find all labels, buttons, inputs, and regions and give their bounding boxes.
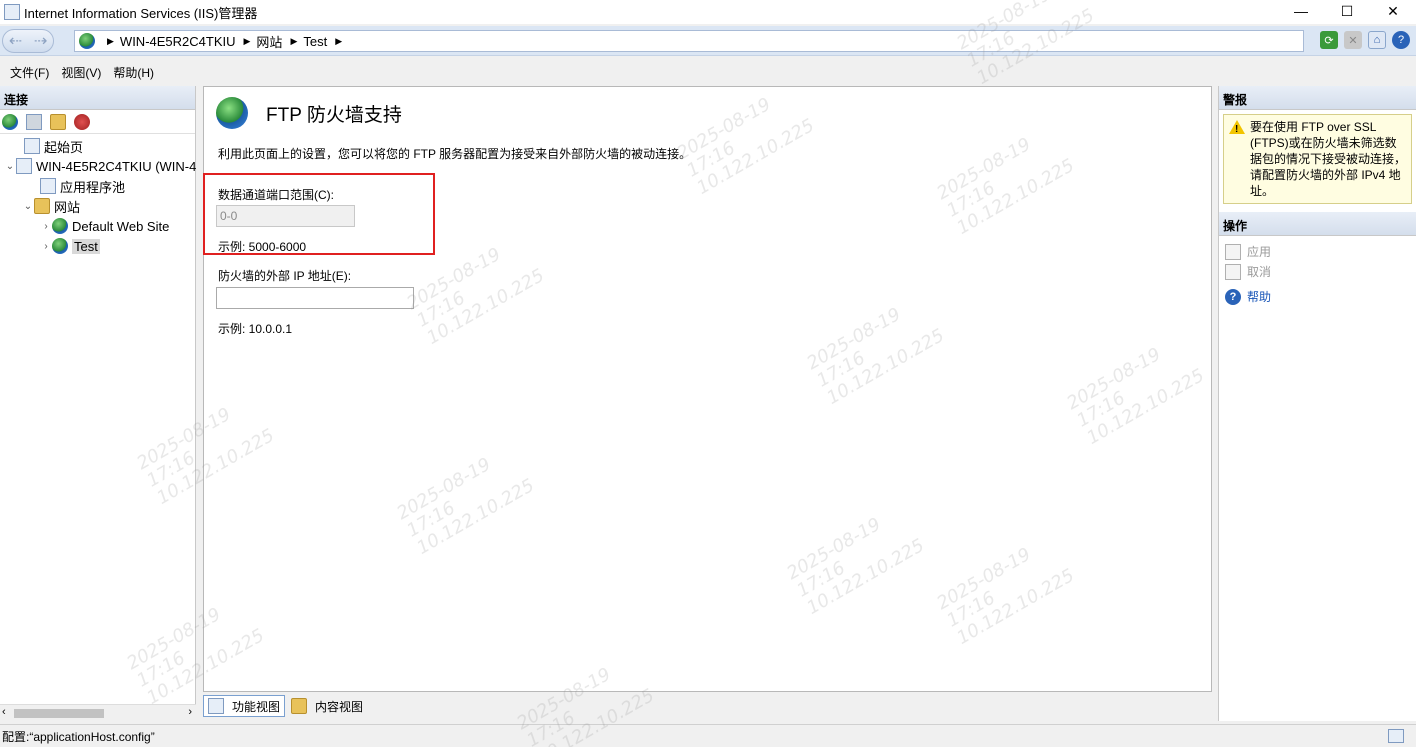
- collapse-icon[interactable]: ⌄: [4, 161, 16, 172]
- navigation-bar: ⇠ ⇢ ▶ WIN-4E5R2C4TKIU ▶ 网站 ▶ Test ▶ ⟳ ✕ …: [0, 26, 1416, 56]
- tab-features-view[interactable]: 功能视图: [203, 695, 286, 717]
- menu-bar: 文件(F) 视图(V) 帮助(H): [0, 60, 1416, 84]
- up-level-icon[interactable]: [50, 113, 66, 130]
- alerts-header: 警报: [1219, 86, 1416, 110]
- external-ip-example: 示例: 10.0.0.1: [218, 322, 293, 336]
- tree-item-sites[interactable]: ⌄ 网站: [22, 196, 80, 216]
- forward-arrow-icon[interactable]: ⇢: [34, 31, 47, 51]
- help-action[interactable]: ? 帮助: [1225, 288, 1271, 305]
- delete-connection-icon[interactable]: [74, 113, 90, 130]
- tree-item-default-web-site[interactable]: › Default Web Site: [40, 216, 169, 236]
- breadcrumb-separator-icon[interactable]: ▶: [107, 36, 114, 47]
- nav-buttons: ⇠ ⇢: [2, 29, 54, 53]
- save-icon[interactable]: [26, 113, 42, 130]
- breadcrumb-separator-icon[interactable]: ▶: [244, 36, 251, 47]
- connections-header: 连接: [0, 86, 195, 110]
- expand-icon[interactable]: ›: [40, 241, 52, 252]
- view-tabs: 功能视图 内容视图: [203, 695, 367, 717]
- site-globe-icon: [52, 218, 68, 234]
- alert-message: 要在使用 FTP over SSL (FTPS)或在防火墙未筛选数据包的情况下接…: [1250, 120, 1407, 198]
- features-view-icon: [208, 698, 224, 714]
- page-description: 利用此页面上的设置，您可以将您的 FTP 服务器配置为接受来自外部防火墙的被动连…: [218, 147, 692, 161]
- globe-icon: [79, 33, 95, 49]
- breadcrumb-separator-icon[interactable]: ▶: [290, 36, 297, 47]
- maximize-button[interactable]: ☐: [1324, 0, 1370, 22]
- tree-item-app-pools[interactable]: 应用程序池: [40, 176, 125, 196]
- actions-panel: 警报 要在使用 FTP over SSL (FTPS)或在防火墙未筛选数据包的情…: [1218, 86, 1416, 721]
- ftp-firewall-globe-icon: [216, 97, 248, 129]
- nav-tools: ⟳ ✕ ⌂ ?: [1320, 31, 1410, 49]
- sites-folder-icon: [34, 198, 50, 214]
- scroll-thumb[interactable]: [14, 709, 104, 718]
- collapse-icon[interactable]: ⌄: [22, 201, 34, 212]
- help-dropdown-icon[interactable]: ?: [1392, 31, 1410, 49]
- connections-panel: 连接 起始页 ⌄ WIN-4E5R2C4TKIU (WIN-4 应用程序池 ⌄ …: [0, 86, 196, 721]
- menu-help[interactable]: 帮助(H): [107, 64, 160, 81]
- title-bar: Internet Information Services (IIS)管理器 —…: [0, 0, 1416, 24]
- refresh-icon[interactable]: ⟳: [1320, 31, 1338, 49]
- tree-item-start-page[interactable]: 起始页: [24, 136, 83, 156]
- status-text: 配置:“applicationHost.config”: [2, 729, 155, 744]
- menu-view[interactable]: 视图(V): [55, 64, 107, 81]
- cancel-action[interactable]: 取消: [1225, 263, 1271, 280]
- expand-icon[interactable]: ›: [40, 221, 52, 232]
- highlight-box: [203, 173, 435, 255]
- external-ip-label: 防火墙的外部 IP 地址(E):: [218, 269, 352, 283]
- breadcrumb-server[interactable]: WIN-4E5R2C4TKIU: [120, 34, 236, 49]
- tab-content-view[interactable]: 内容视图: [287, 695, 367, 717]
- app-pool-icon: [40, 178, 56, 194]
- connect-icon[interactable]: [2, 113, 18, 130]
- network-status-icon: [1388, 729, 1404, 743]
- actions-header: 操作: [1219, 212, 1416, 236]
- content-view-icon: [291, 698, 308, 714]
- scroll-right-icon[interactable]: ›: [188, 706, 192, 718]
- help-icon: ?: [1225, 288, 1241, 305]
- connections-hscrollbar[interactable]: ‹ ›: [0, 704, 196, 721]
- warning-icon: [1229, 120, 1245, 138]
- apply-action[interactable]: 应用: [1225, 243, 1271, 260]
- breadcrumb-test[interactable]: Test: [303, 34, 327, 49]
- stop-icon[interactable]: ✕: [1344, 31, 1362, 49]
- cancel-icon: [1225, 263, 1241, 280]
- breadcrumb-sites[interactable]: 网站: [256, 32, 282, 51]
- window-controls: — ☐ ✕: [1278, 0, 1416, 22]
- external-ip-input[interactable]: [216, 287, 414, 309]
- back-arrow-icon[interactable]: ⇠: [9, 31, 22, 51]
- apply-icon: [1225, 243, 1241, 260]
- tree-item-server[interactable]: ⌄ WIN-4E5R2C4TKIU (WIN-4: [4, 156, 196, 176]
- site-globe-icon: [52, 238, 68, 254]
- menu-file[interactable]: 文件(F): [4, 64, 55, 81]
- status-bar: 配置:“applicationHost.config”: [0, 724, 1416, 747]
- close-button[interactable]: ✕: [1370, 0, 1416, 22]
- start-page-icon: [24, 138, 40, 154]
- scroll-left-icon[interactable]: ‹: [2, 706, 6, 718]
- home-icon[interactable]: ⌂: [1368, 31, 1386, 49]
- server-icon: [16, 158, 32, 174]
- window-title: Internet Information Services (IIS)管理器: [24, 5, 258, 21]
- minimize-button[interactable]: —: [1278, 0, 1324, 22]
- page-title: FTP 防火墙支持: [266, 105, 402, 126]
- breadcrumb-separator-icon[interactable]: ▶: [335, 36, 342, 47]
- iis-app-icon: [4, 4, 20, 20]
- connections-toolbar: [0, 110, 195, 134]
- alert-message-box: 要在使用 FTP over SSL (FTPS)或在防火墙未筛选数据包的情况下接…: [1223, 114, 1412, 204]
- tree-item-test[interactable]: › Test: [40, 236, 100, 256]
- address-bar[interactable]: ▶ WIN-4E5R2C4TKIU ▶ 网站 ▶ Test ▶: [74, 30, 1304, 52]
